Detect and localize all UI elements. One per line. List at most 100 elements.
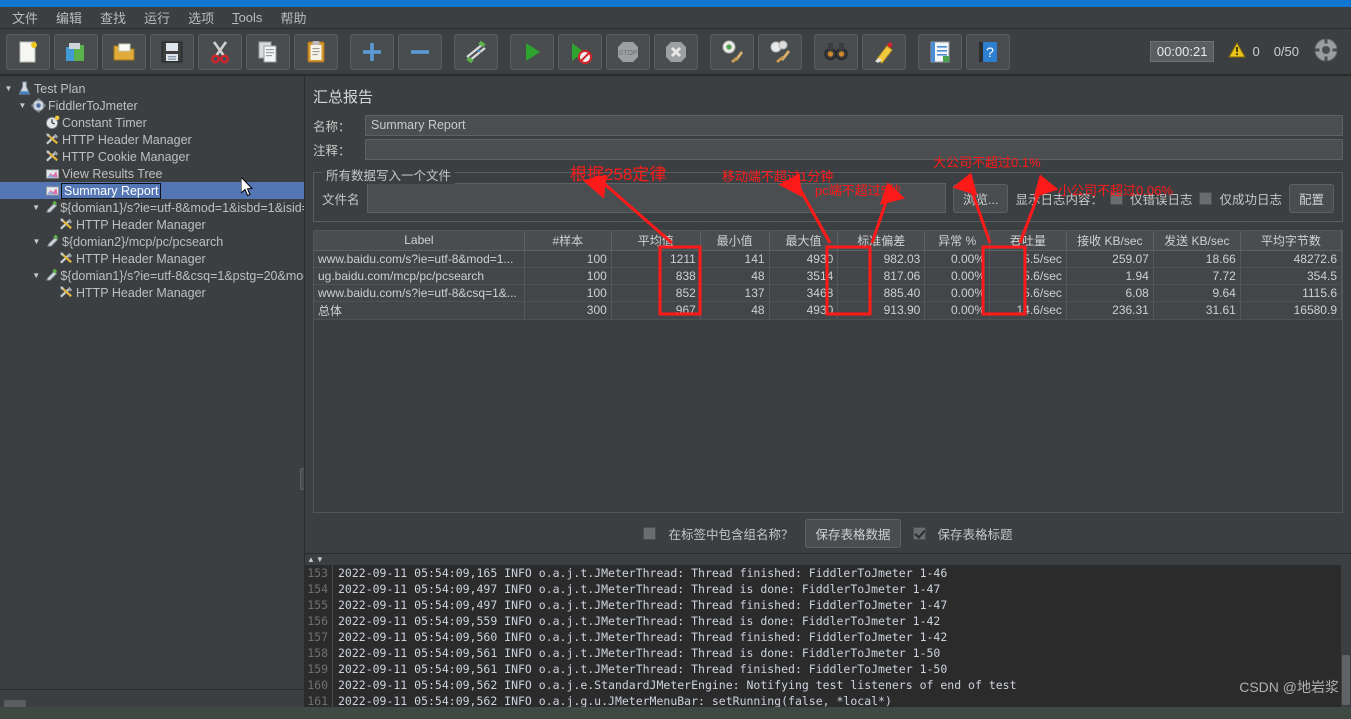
- table-header-row[interactable]: Label #样本 平均值 最小值 最大值 标准偏差 异常 % 吞吐量 接收 KB/sec 发送 …: [314, 231, 1342, 251]
- tree-item-label: HTTP Header Manager: [76, 251, 206, 266]
- table-column-header[interactable]: 最大值: [769, 231, 839, 251]
- name-label: 名称：: [313, 120, 351, 134]
- paste-button[interactable]: [294, 33, 338, 70]
- warning-count: 0: [1252, 44, 1260, 59]
- log-body[interactable]: 153154155156157158159160161162 2022-09-1…: [305, 565, 1351, 719]
- filename-input[interactable]: [366, 183, 947, 213]
- help-button[interactable]: ?: [966, 33, 1010, 70]
- menu-help[interactable]: 帮助: [272, 6, 314, 29]
- tree-expand-toggle[interactable]: ▼: [2, 84, 15, 93]
- expand-all-button[interactable]: [350, 33, 394, 70]
- new-button[interactable]: [6, 33, 50, 70]
- log-line: 2022-09-11 05:54:09,559 INFO o.a.j.t.JMe…: [338, 614, 941, 628]
- successes-only-checkbox[interactable]: [1199, 191, 1213, 205]
- table-column-header[interactable]: 异常 %: [924, 231, 991, 251]
- test-plan-tree[interactable]: ▼ Test Plan ▼ FiddlerToJmeter Constant Timer…: [0, 76, 304, 301]
- tree-item-view-results-tree[interactable]: View Results Tree: [0, 165, 304, 182]
- tree-item-sampler-3[interactable]: ▼ ${domian1}/s?ie=utf-8&csq=1&pstg=20&mod…: [0, 267, 304, 284]
- table-row[interactable]: www.baidu.com/s?ie=utf-8&mod=1... 100 1211…: [314, 250, 1342, 268]
- table-column-header[interactable]: 标准偏差: [837, 231, 926, 251]
- cut-button[interactable]: [198, 33, 242, 70]
- tree-expand-toggle[interactable]: ▼: [16, 101, 29, 110]
- clear-button[interactable]: [710, 33, 754, 70]
- table-cell-value: 838: [611, 267, 701, 285]
- tree-item-summary-report[interactable]: Summary Report: [0, 182, 304, 199]
- search-button[interactable]: [814, 33, 858, 70]
- start-no-pauses-button[interactable]: [558, 33, 602, 70]
- table-column-header[interactable]: #样本: [524, 231, 612, 251]
- clear-all-button[interactable]: [758, 33, 802, 70]
- table-body[interactable]: www.baidu.com/s?ie=utf-8&mod=1... 100 1211…: [314, 250, 1342, 320]
- reset-search-button[interactable]: [862, 33, 906, 70]
- table-column-header[interactable]: 接收 KB/sec: [1066, 231, 1154, 251]
- save-table-header-checkbox[interactable]: [912, 526, 926, 540]
- table-cell-value: 5.6/sec: [989, 284, 1067, 302]
- open-button[interactable]: [102, 33, 146, 70]
- collapse-all-button[interactable]: [398, 33, 442, 70]
- log-scrollbar-thumb[interactable]: [1342, 655, 1350, 705]
- remote-engines-icon[interactable]: [1313, 37, 1339, 66]
- toggle-log-button[interactable]: [918, 33, 962, 70]
- scroll-down-icon[interactable]: ▼: [316, 555, 324, 564]
- table-column-header[interactable]: 吞吐量: [989, 231, 1067, 251]
- summary-results-table[interactable]: Label #样本 平均值 最小值 最大值 标准偏差 异常 % 吞吐量 接收 KB/sec 发送 …: [314, 231, 1342, 320]
- table-cell-value: 100: [524, 284, 612, 302]
- table-row[interactable]: 总体 300 967 48 4930 913.90 0.00% 14.6/sec 236.31 3…: [314, 301, 1342, 320]
- save-button[interactable]: [150, 33, 194, 70]
- configure-button[interactable]: 配置: [1288, 183, 1334, 213]
- tree-item-test-plan[interactable]: ▼ Test Plan: [0, 80, 304, 97]
- menu-search[interactable]: 查找: [92, 6, 134, 29]
- scroll-up-icon[interactable]: ▲: [307, 555, 315, 564]
- scissors-cut-icon: [207, 39, 233, 65]
- tree-item-constant-timer[interactable]: Constant Timer: [0, 114, 304, 131]
- menu-tools[interactable]: Tools: [224, 8, 270, 27]
- menu-run[interactable]: 运行: [136, 6, 178, 29]
- menu-options[interactable]: 选项: [180, 6, 222, 29]
- include-group-name-checkbox[interactable]: [643, 526, 657, 540]
- table-cell-value: 885.40: [837, 284, 926, 302]
- table-cell-value: 913.90: [837, 301, 926, 320]
- menu-edit[interactable]: 编辑: [48, 6, 90, 29]
- table-column-header[interactable]: 最小值: [700, 231, 770, 251]
- menu-file[interactable]: 文件: [4, 6, 46, 29]
- tree-expand-toggle[interactable]: ▼: [30, 271, 42, 280]
- tree-item-http-header-manager-3[interactable]: HTTP Header Manager: [0, 250, 304, 267]
- tree-item-http-cookie-manager[interactable]: HTTP Cookie Manager: [0, 148, 304, 165]
- tree-expand-toggle[interactable]: ▼: [30, 203, 42, 212]
- log-line: 2022-09-11 05:54:09,497 INFO o.a.j.t.JMe…: [338, 582, 941, 596]
- toggle-button[interactable]: [454, 33, 498, 70]
- page-title: 汇总报告: [313, 89, 374, 106]
- tree-expand-toggle[interactable]: ▼: [30, 237, 43, 246]
- tree-item-label: HTTP Header Manager: [76, 285, 206, 300]
- name-input[interactable]: Summary Report: [365, 115, 1343, 136]
- start-button[interactable]: [510, 33, 554, 70]
- tree-item-sampler-2[interactable]: ▼ ${domian2}/mcp/pc/pcsearch: [0, 233, 304, 250]
- save-table-data-button[interactable]: 保存表格数据: [805, 518, 901, 548]
- log-display-label: 显示日志内容：: [1015, 192, 1103, 207]
- tree-item-thread-group[interactable]: ▼ FiddlerToJmeter: [0, 97, 304, 114]
- table-column-header[interactable]: 平均字节数: [1240, 231, 1342, 251]
- copy-button[interactable]: [246, 33, 290, 70]
- tree-item-http-header-manager-2[interactable]: HTTP Header Manager: [0, 216, 304, 233]
- errors-only-checkbox[interactable]: [1109, 191, 1123, 205]
- plus-icon: [359, 39, 385, 65]
- shutdown-button[interactable]: [654, 33, 698, 70]
- tree-item-label: Summary Report: [61, 182, 162, 199]
- templates-button[interactable]: [54, 33, 98, 70]
- table-column-header[interactable]: Label: [314, 231, 525, 251]
- tree-item-label: ${domian2}/mcp/pc/pcsearch: [62, 234, 224, 249]
- tree-item-http-header-manager-1[interactable]: HTTP Header Manager: [0, 131, 304, 148]
- tree-item-http-header-manager-4[interactable]: HTTP Header Manager: [0, 284, 304, 301]
- log-line: 2022-09-11 05:54:09,561 INFO o.a.j.t.JMe…: [338, 662, 948, 676]
- comment-input[interactable]: [365, 139, 1343, 160]
- table-column-header[interactable]: 平均值: [611, 231, 701, 251]
- elapsed-time-display: 00:00:21: [1149, 41, 1215, 62]
- browse-button[interactable]: 浏览...: [953, 183, 1009, 213]
- table-cell-value: 5.6/sec: [989, 267, 1067, 285]
- table-column-header[interactable]: 发送 KB/sec: [1153, 231, 1241, 251]
- stop-button[interactable]: STOP: [606, 33, 650, 70]
- table-row[interactable]: ug.baidu.com/mcp/pc/pcsearch 100 838 48 3514…: [314, 267, 1342, 285]
- log-scrollbar[interactable]: [1341, 565, 1351, 719]
- table-row[interactable]: www.baidu.com/s?ie=utf-8&csq=1&... 100 852…: [314, 284, 1342, 302]
- tree-item-sampler-1[interactable]: ▼ ${domian1}/s?ie=utf-8&mod=1&isbd=1&isid…: [0, 199, 304, 216]
